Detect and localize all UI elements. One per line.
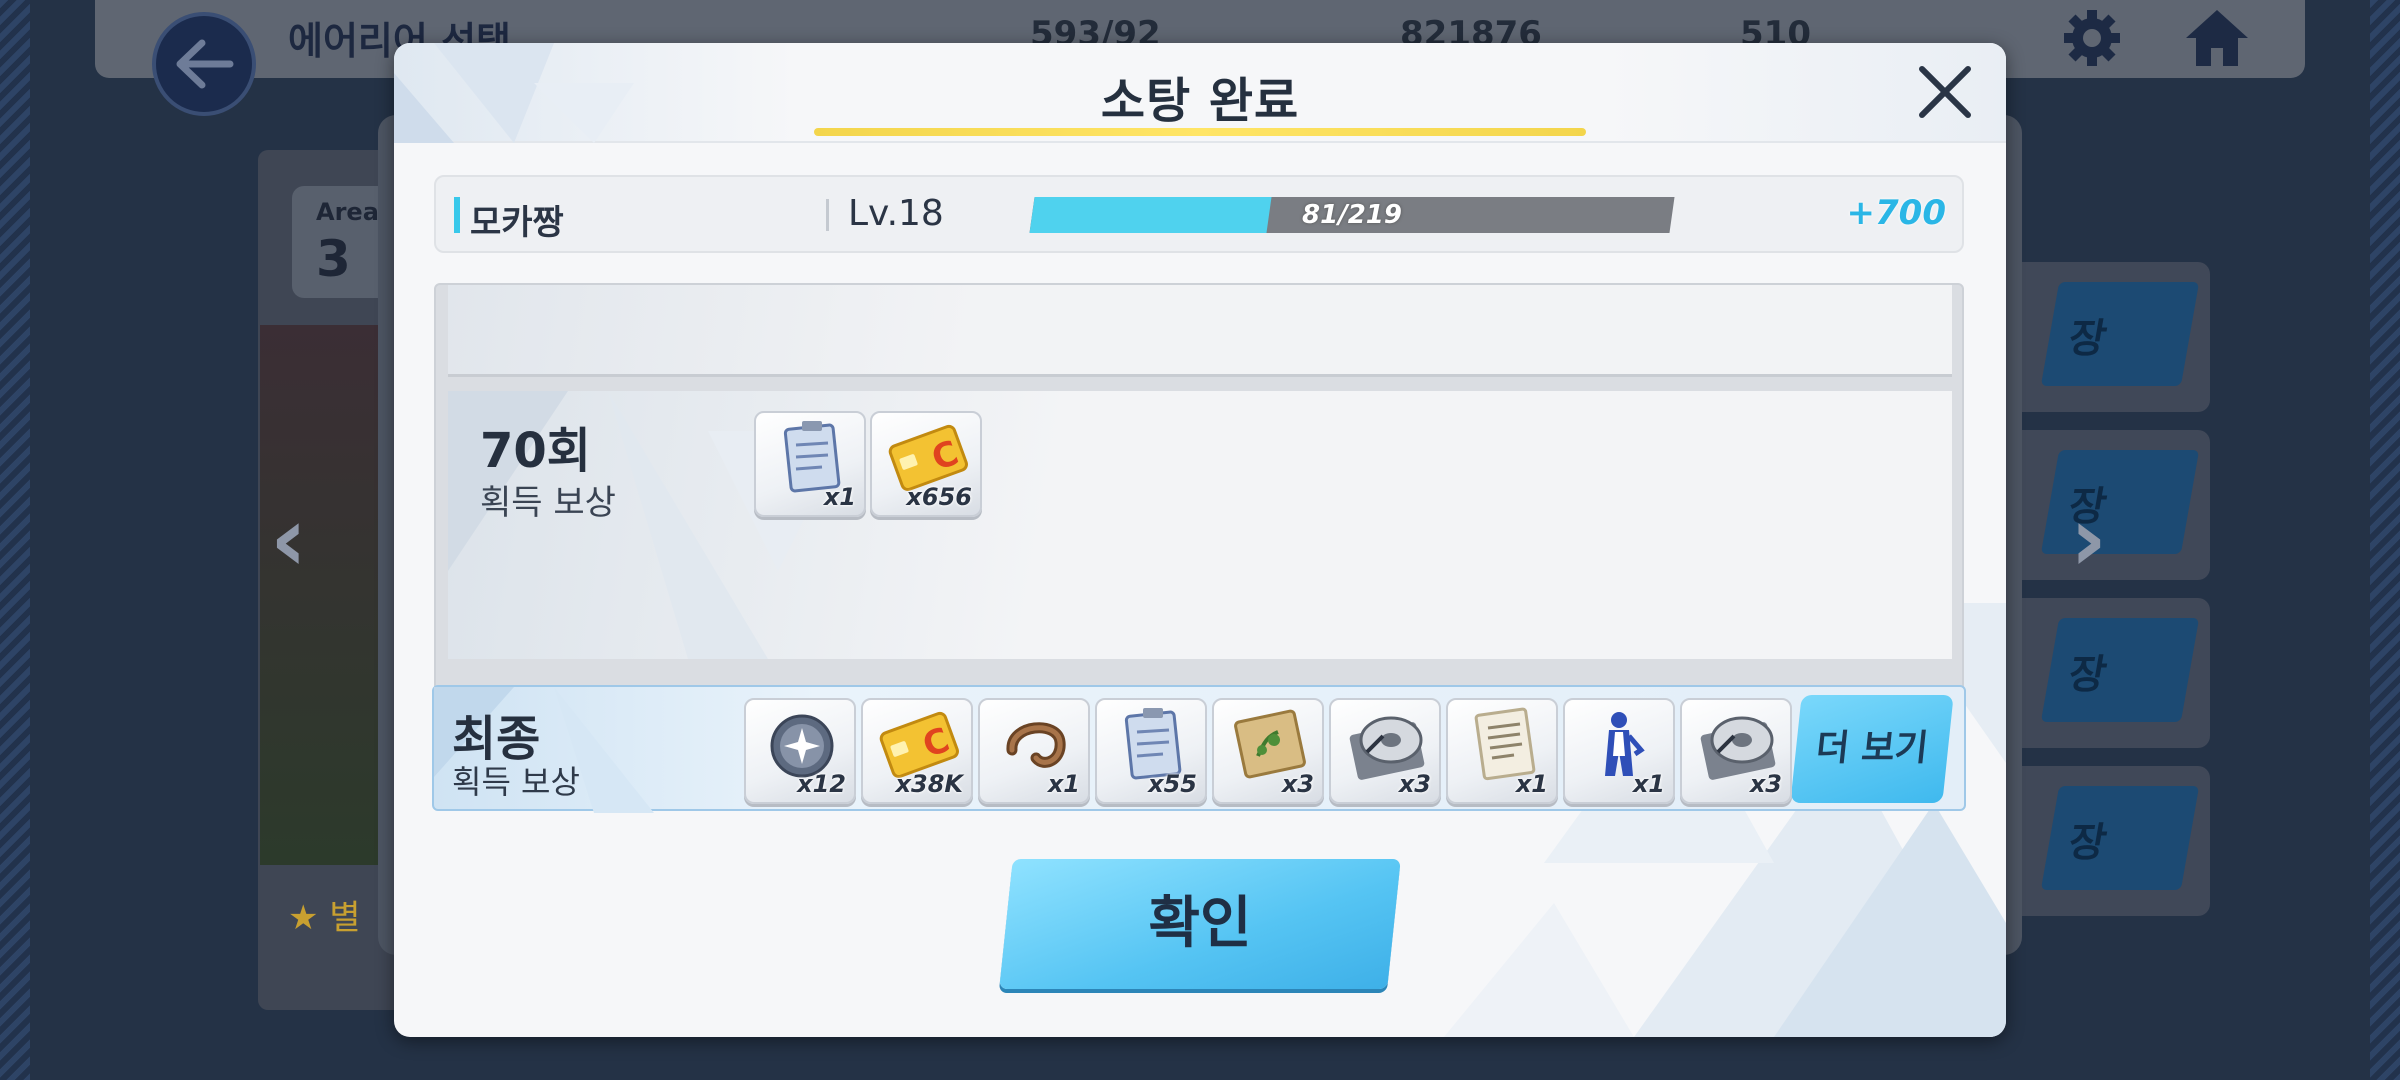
close-icon[interactable] [1914,61,1976,123]
list-item: 70회 획득 보상 [448,391,1952,659]
stage-card[interactable]: 장 [2000,598,2210,748]
stage-card-label: 장 [2040,618,2200,722]
reward-item[interactable]: x55 [1095,698,1207,804]
stage-card-label: 장 [2040,282,2200,386]
next-arrow-icon[interactable]: › [2070,495,2130,585]
final-reward-label: 획득 보상 [452,763,580,801]
character-exp-row: 모카짱 Lv.18 81/219 +700 [434,175,1964,253]
see-more-button[interactable]: 더 보기 [1790,695,1954,803]
item-quantity: x3 [1281,770,1314,798]
stage-card[interactable]: 장 [2000,262,2210,412]
reward-list[interactable]: 70회 획득 보상 [434,283,1964,708]
reward-item[interactable]: x1 [978,698,1090,804]
exp-progress-text: 81/219 [1302,200,1402,230]
item-quantity: x1 [1047,770,1080,798]
item-quantity: x3 [1398,770,1431,798]
left-border-decoration [0,0,30,1080]
sweep-complete-dialog: 소탕 완료 모카짱 Lv.18 81/219 +700 70회 획득 보상 x1… [394,43,2006,1037]
accent-marker [454,197,460,233]
sweep-round-count: 70회 [480,423,591,479]
reward-item[interactable]: x3 [1212,698,1324,804]
list-item [448,285,1952,377]
exp-gain: +700 [1846,193,1946,233]
round-reward-label: 획득 보상 [480,483,616,523]
item-quantity: x55 [1148,770,1197,798]
gear-icon[interactable] [2060,6,2124,70]
reward-item[interactable]: x1 [1563,698,1675,804]
reward-item[interactable]: x1 [754,411,866,517]
reward-item[interactable]: x3 [1329,698,1441,804]
prev-arrow-icon[interactable]: ‹ [270,495,330,585]
right-border-decoration [2370,0,2400,1080]
title-underline [814,128,1586,136]
item-quantity: x12 [797,770,846,798]
back-arrow-icon [176,39,234,89]
reward-item[interactable]: C x38K [861,698,973,804]
home-icon[interactable] [2182,6,2252,70]
reward-item[interactable]: x1 [1446,698,1558,804]
star-icon: ★ 별 [288,898,361,938]
confirm-button[interactable] [999,859,1401,989]
item-quantity: x38K [895,770,963,798]
stage-card[interactable]: 장 [2000,766,2210,916]
reward-item[interactable]: C x656 [870,411,982,517]
item-quantity: x3 [1749,770,1782,798]
reward-item[interactable]: x3 [1680,698,1792,804]
item-quantity: x1 [1632,770,1665,798]
dialog-title: 소탕 완료 [1100,73,1300,129]
item-quantity: x1 [1515,770,1548,798]
star-label: 별 [329,898,361,938]
reward-item[interactable]: x12 [744,698,856,804]
back-button[interactable] [152,12,256,116]
character-level: Lv.18 [848,193,944,234]
character-name: 모카짱 [470,203,564,243]
item-quantity: x656 [906,483,972,511]
area-label: Area [316,198,379,226]
stage-card-label: 장 [2040,786,2200,890]
divider [826,199,829,231]
item-quantity: x1 [823,483,856,511]
